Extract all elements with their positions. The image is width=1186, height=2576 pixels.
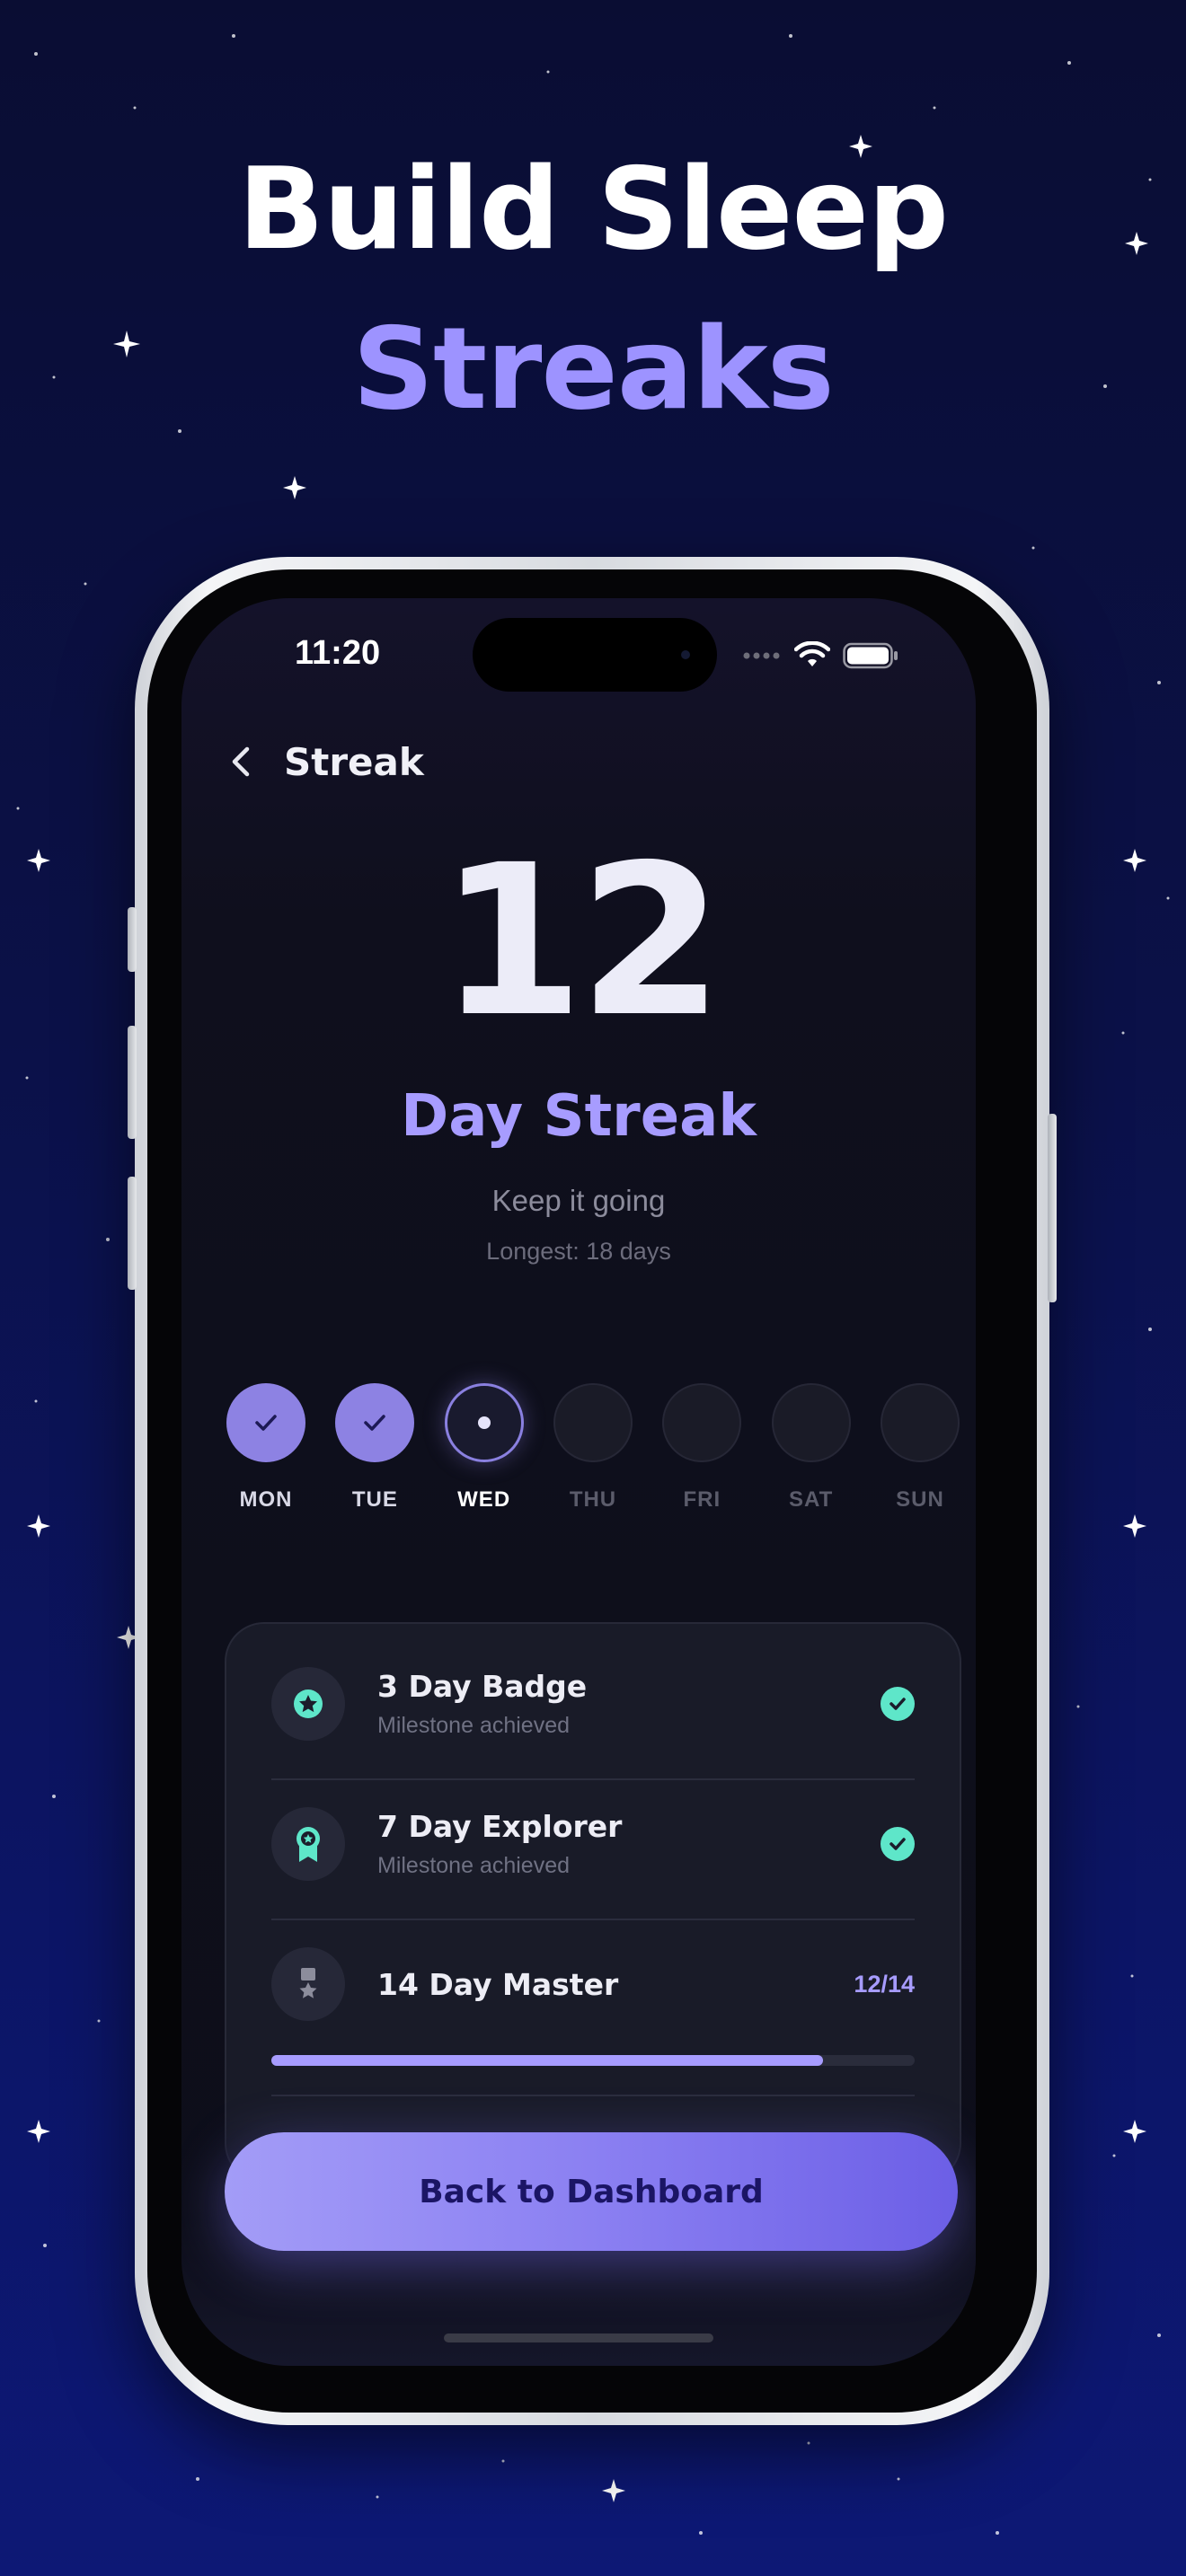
phone-frame: 11:20 Streak 12 Day Streak Keep it going… [128, 557, 1057, 2425]
milestone-row: 7 Day Explorer Milestone achieved [271, 1807, 915, 1881]
milestone-row: 3 Day Badge Milestone achieved [271, 1667, 915, 1741]
day-complete-circle [335, 1383, 415, 1462]
milestone-title: 14 Day Master [377, 1966, 619, 2002]
day-label: SAT [789, 1487, 834, 1512]
headline-line2: Streaks [352, 303, 834, 435]
divider [271, 2095, 915, 2096]
headline-line1: Build Sleep [237, 143, 949, 275]
day-mon: MON [225, 1383, 307, 1513]
volume-up-button [128, 1026, 137, 1139]
app-screen: 11:20 Streak 12 Day Streak Keep it going… [181, 598, 976, 2366]
back-to-dashboard-button[interactable]: Back to Dashboard [225, 2132, 958, 2251]
milestone-progress-bar [271, 2055, 915, 2066]
volume-down-button [128, 1177, 137, 1290]
milestone-row: 14 Day Master 12/14 [271, 1947, 915, 2021]
milestones-card: 3 Day Badge Milestone achieved 7 Day Exp… [225, 1622, 961, 2183]
milestone-progress-text: 12/14 [854, 1970, 915, 1998]
battery-icon [843, 642, 898, 669]
cta-label: Back to Dashboard [419, 2173, 764, 2210]
status-icons [742, 638, 898, 674]
home-indicator[interactable] [444, 2333, 713, 2342]
streak-label: Day Streak [401, 1083, 757, 1150]
star-badge-icon [271, 1667, 345, 1741]
day-fri: FRI [660, 1383, 743, 1513]
day-label: THU [569, 1487, 617, 1512]
day-future-circle [553, 1383, 633, 1462]
nav-bar: Streak [221, 733, 424, 790]
day-label: SUN [896, 1487, 944, 1512]
day-future-circle [662, 1383, 742, 1462]
power-button [1048, 1114, 1057, 1302]
streak-message: Keep it going [491, 1184, 666, 1217]
milestone-text: 3 Day Badge Milestone achieved [377, 1669, 881, 1739]
nav-title: Streak [284, 739, 424, 784]
day-today-circle [444, 1383, 524, 1462]
today-dot-icon [477, 1416, 491, 1429]
award-ribbon-icon [271, 1807, 345, 1881]
milestone-text: 7 Day Explorer Milestone achieved [377, 1809, 881, 1879]
day-label: TUE [351, 1487, 398, 1512]
milestone-title: 7 Day Explorer [377, 1809, 623, 1844]
checkmark-icon [255, 1415, 277, 1431]
medal-icon [271, 1947, 345, 2021]
day-sat: SAT [770, 1383, 853, 1513]
dynamic-island [473, 618, 717, 692]
milestone-progress-fill [271, 2055, 823, 2066]
check-circle-icon [881, 1827, 915, 1861]
day-complete-circle [226, 1383, 305, 1462]
day-sun: SUN [879, 1383, 961, 1513]
divider [271, 1778, 915, 1780]
milestone-title: 3 Day Badge [377, 1669, 588, 1704]
chevron-left-icon[interactable] [221, 740, 264, 783]
day-future-circle [880, 1383, 960, 1462]
milestone-subtitle: Milestone achieved [377, 1713, 571, 1738]
cellular-dots-icon [743, 652, 780, 659]
day-label: FRI [683, 1487, 721, 1512]
day-thu: THU [552, 1383, 634, 1513]
divider [271, 1919, 915, 1920]
day-label: MON [239, 1487, 293, 1512]
streak-count: 12 [438, 820, 724, 1063]
check-circle-icon [881, 1687, 915, 1721]
wifi-icon [794, 641, 830, 666]
camera-dot [681, 650, 690, 659]
day-label: WED [457, 1487, 511, 1512]
day-future-circle [771, 1383, 851, 1462]
day-wed: WED [443, 1383, 526, 1513]
milestone-text: 14 Day Master [377, 1967, 854, 2002]
status-time: 11:20 [295, 634, 381, 672]
milestone-subtitle: Milestone achieved [377, 1853, 571, 1878]
day-tue: TUE [333, 1383, 416, 1513]
longest-streak: Longest: 18 days [486, 1238, 671, 1265]
checkmark-icon [364, 1415, 386, 1431]
action-button [128, 907, 137, 972]
week-tracker: MON TUE WED THU FRI SAT SUN [225, 1383, 961, 1513]
